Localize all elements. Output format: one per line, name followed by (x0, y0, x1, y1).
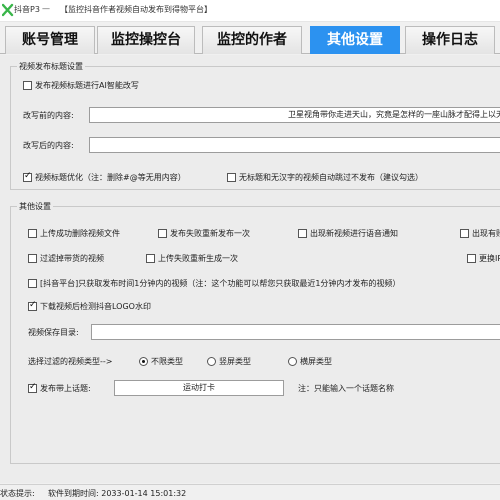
radio-portrait-type-dot[interactable] (207, 357, 216, 366)
save-dir-label: 视频保存目录: (28, 328, 79, 337)
radio-any-type[interactable]: 不限类型 (139, 356, 183, 367)
before-content-label: 改写前的内容: (23, 111, 74, 120)
radio-any-type-dot[interactable] (139, 357, 148, 366)
regenerate-on-fail-checkbox[interactable]: 上传失败重新生成一次 (146, 253, 238, 264)
topic-note: 注：只能输入一个话题名称 (298, 384, 394, 393)
change-ip-label: 更换IP (479, 254, 500, 263)
radio-portrait-type-label: 竖屏类型 (219, 357, 251, 366)
radio-landscape-type[interactable]: 横屏类型 (288, 356, 332, 367)
account-alert-box[interactable] (460, 229, 469, 238)
radio-landscape-type-dot[interactable] (288, 357, 297, 366)
skip-no-title-checkbox[interactable]: 无标题和无汉字的视频自动跳过不发布（建议勾选） (227, 172, 423, 183)
voice-notify-label: 出现新视频进行语音通知 (310, 229, 398, 238)
app-name: 抖音P3 (14, 5, 40, 14)
title-bar: 抖音P3 — 【监控抖音作者视频自动发布到得物平台】 (0, 0, 500, 22)
window-title: 【监控抖音作者视频自动发布到得物平台】 (60, 5, 212, 14)
filter-sales-video-checkbox[interactable]: 过滤掉带货的视频 (28, 253, 104, 264)
publish-topic-label: 发布带上话题: (40, 384, 91, 393)
ai-rewrite-box[interactable] (23, 81, 32, 90)
delete-after-upload-label: 上传成功删除视频文件 (40, 229, 120, 238)
skip-no-title-label: 无标题和无汉字的视频自动跳过不发布（建议勾选） (239, 173, 423, 182)
title-settings-label: 视频发布标题设置 (17, 61, 85, 72)
title-optimize-label: 视频标题优化（注：删除#@等无用内容） (35, 173, 186, 182)
before-content-field[interactable]: 卫星视角带你走进天山，究竟是怎样的一座山脉才配得上以天 (89, 107, 500, 123)
save-dir-field[interactable] (91, 324, 500, 340)
account-alert-checkbox[interactable]: 出现有账 (460, 228, 500, 239)
tab-account-management[interactable]: 账号管理 (5, 26, 95, 54)
title-settings-group: 视频发布标题设置 发布视频标题进行AI智能改写 改写前的内容: 卫星视角带你走进… (10, 61, 500, 190)
account-alert-label: 出现有账 (472, 229, 500, 238)
publish-topic-checkbox[interactable]: 发布带上话题: (28, 382, 91, 394)
ai-rewrite-label: 发布视频标题进行AI智能改写 (35, 81, 139, 90)
title-optimize-box[interactable] (23, 171, 32, 182)
title-optimize-checkbox[interactable]: 视频标题优化（注：删除#@等无用内容） (23, 171, 186, 183)
radio-portrait-type[interactable]: 竖屏类型 (207, 356, 251, 367)
tab-bar: 账号管理 监控操控台 监控的作者 其他设置 操作日志 (0, 22, 500, 54)
recent-1min-box[interactable] (28, 279, 37, 288)
recent-1min-checkbox[interactable]: [抖音平台]只获取发布时间1分钟内的视频（注：这个功能可以帮您只获取最近1分钟内… (28, 278, 400, 289)
settings-panel: 视频发布标题设置 发布视频标题进行AI智能改写 改写前的内容: 卫星视角带你走进… (0, 55, 500, 483)
logo-watermark-box[interactable] (28, 300, 37, 311)
delete-after-upload-checkbox[interactable]: 上传成功删除视频文件 (28, 228, 120, 239)
republish-on-fail-label: 发布失败重新发布一次 (170, 229, 250, 238)
recent-1min-label: [抖音平台]只获取发布时间1分钟内的视频（注：这个功能可以帮您只获取最近1分钟内… (40, 279, 401, 288)
status-label: 状态提示: (0, 489, 35, 498)
filter-type-label: 选择过滤的视频类型--> (28, 357, 113, 366)
radio-any-type-label: 不限类型 (151, 357, 183, 366)
logo-watermark-checkbox[interactable]: 下载视频后检测抖音LOGO水印 (28, 300, 151, 312)
other-settings-group: 其他设置 上传成功删除视频文件 发布失败重新发布一次 出现新视频进行语音通知 出… (10, 201, 500, 464)
change-ip-box[interactable] (467, 254, 476, 263)
expiry-text: 软件到期时间: 2033-01-14 15:01:32 (48, 489, 187, 498)
skip-no-title-box[interactable] (227, 173, 236, 182)
app-logo-icon (2, 3, 14, 17)
republish-on-fail-box[interactable] (158, 229, 167, 238)
regenerate-on-fail-label: 上传失败重新生成一次 (158, 254, 238, 263)
tab-monitor-console[interactable]: 监控操控台 (97, 26, 195, 54)
filter-sales-video-label: 过滤掉带货的视频 (40, 254, 104, 263)
status-bar: 状态提示: 软件到期时间: 2033-01-14 15:01:32 (0, 484, 500, 500)
other-settings-label: 其他设置 (17, 201, 53, 212)
filter-sales-video-box[interactable] (28, 254, 37, 263)
voice-notify-box[interactable] (298, 229, 307, 238)
after-content-label: 改写后的内容: (23, 141, 74, 150)
radio-landscape-type-label: 横屏类型 (300, 357, 332, 366)
publish-topic-box[interactable] (28, 382, 37, 393)
delete-after-upload-box[interactable] (28, 229, 37, 238)
republish-on-fail-checkbox[interactable]: 发布失败重新发布一次 (158, 228, 250, 239)
change-ip-checkbox[interactable]: 更换IP (467, 253, 500, 264)
after-content-field[interactable] (89, 137, 500, 153)
topic-field[interactable]: 运动打卡 (114, 380, 284, 396)
tab-monitored-authors[interactable]: 监控的作者 (202, 26, 302, 54)
logo-watermark-label: 下载视频后检测抖音LOGO水印 (40, 302, 151, 311)
ai-rewrite-checkbox[interactable]: 发布视频标题进行AI智能改写 (23, 80, 139, 91)
title-separator: — (42, 4, 50, 13)
tab-operation-log[interactable]: 操作日志 (405, 26, 495, 54)
regenerate-on-fail-box[interactable] (146, 254, 155, 263)
voice-notify-checkbox[interactable]: 出现新视频进行语音通知 (298, 228, 398, 239)
tab-other-settings[interactable]: 其他设置 (310, 26, 400, 54)
